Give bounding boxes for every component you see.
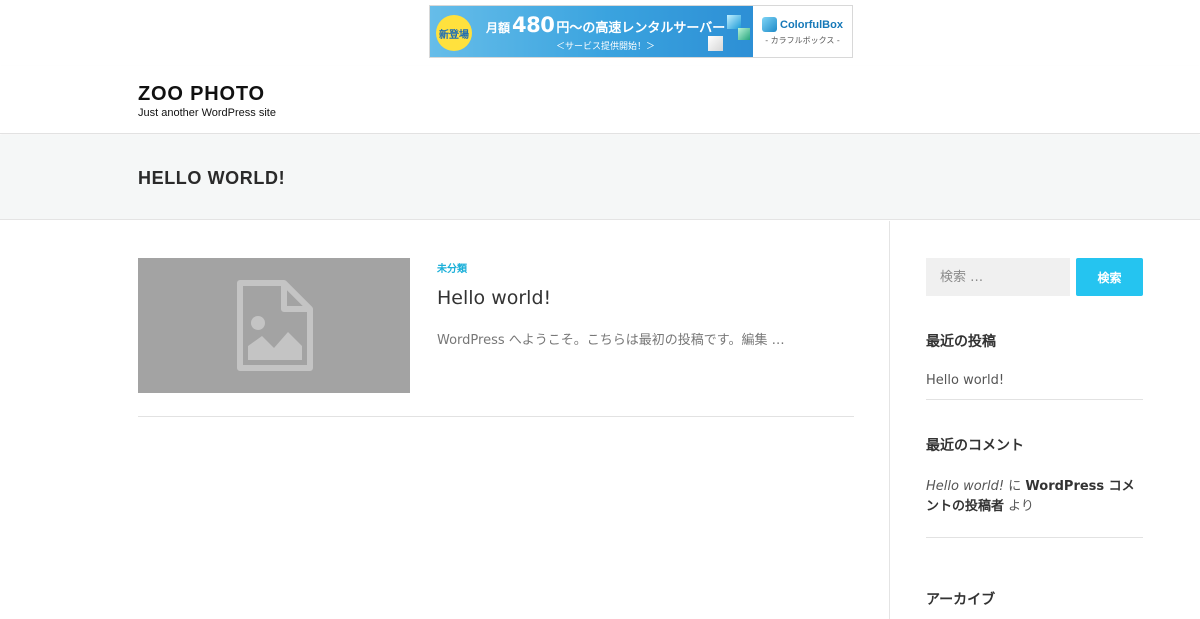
comment-connector: に: [1008, 479, 1022, 494]
banner-price: 480: [512, 13, 555, 37]
site-description: Just another WordPress site: [138, 107, 276, 119]
cube-icon: [738, 28, 750, 40]
cube-icon: [708, 36, 723, 51]
page-title-band: HELLO WORLD!: [0, 135, 1200, 220]
banner-brand-area[interactable]: ColorfulBox - カラフルボックス -: [753, 6, 852, 57]
banner-promo-area[interactable]: 新登場 月額 480 円～の高速レンタルサーバー ＜サービス提供開始！＞: [430, 6, 753, 57]
site-title[interactable]: ZOO PHOTO: [138, 83, 265, 106]
sidebar-border: [889, 221, 890, 619]
post-thumbnail[interactable]: [138, 258, 410, 393]
image-placeholder-icon: [237, 279, 313, 371]
banner-brand-name: ColorfulBox: [780, 18, 843, 31]
banner-badge: 新登場: [436, 15, 472, 51]
page-title: HELLO WORLD!: [138, 168, 286, 188]
ad-banner[interactable]: 新登場 月額 480 円～の高速レンタルサーバー ＜サービス提供開始！＞ Col…: [429, 5, 853, 58]
banner-text: 月額 480 円～の高速レンタルサーバー ＜サービス提供開始！＞: [486, 13, 725, 52]
search-input[interactable]: [926, 258, 1070, 296]
comment-post-link[interactable]: Hello world!: [926, 479, 1004, 494]
cube-icon: [727, 15, 741, 29]
banner-subline: ＜サービス提供開始！＞: [556, 42, 656, 52]
archives-title: アーカイブ: [926, 592, 996, 608]
colorfulbox-logo-icon: [762, 17, 778, 32]
post-title-link[interactable]: Hello world!: [437, 287, 551, 309]
recent-posts-title: 最近の投稿: [926, 334, 996, 350]
recent-comment-item: Hello world! に WordPress コメントの投稿者 より: [926, 477, 1143, 517]
banner-brand-logo: ColorfulBox: [762, 17, 843, 32]
search-button[interactable]: 検索: [1076, 258, 1143, 296]
site-header: ZOO PHOTO Just another WordPress site: [0, 66, 1200, 134]
widget-divider: [926, 537, 1143, 538]
post-excerpt: WordPress へようこそ。こちらは最初の投稿です。編集 …: [437, 333, 785, 348]
post-category-link[interactable]: 未分類: [437, 260, 467, 275]
widget-divider: [926, 399, 1143, 400]
banner-brand-sub: - カラフルボックス -: [765, 36, 840, 45]
recent-comments-title: 最近のコメント: [926, 438, 1024, 454]
post-divider: [138, 416, 854, 417]
recent-post-link[interactable]: Hello world!: [926, 373, 1004, 388]
banner-prefix: 月額: [486, 21, 511, 35]
banner-suffix: 円～の高速レンタルサーバー: [556, 21, 726, 36]
comment-suffix: より: [1008, 499, 1034, 514]
